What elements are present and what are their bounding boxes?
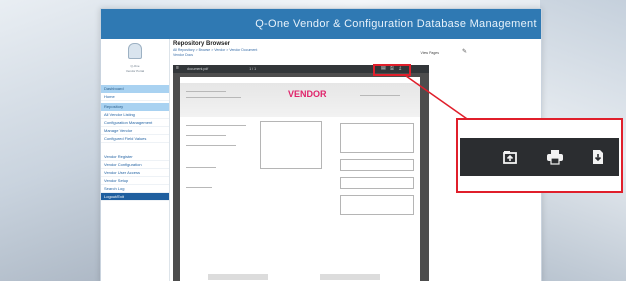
callout-zoom (456, 118, 623, 193)
print-icon[interactable] (545, 147, 565, 167)
download-icon[interactable] (588, 147, 608, 167)
zoomed-toolbar (460, 138, 619, 176)
open-file-icon[interactable] (500, 147, 520, 167)
